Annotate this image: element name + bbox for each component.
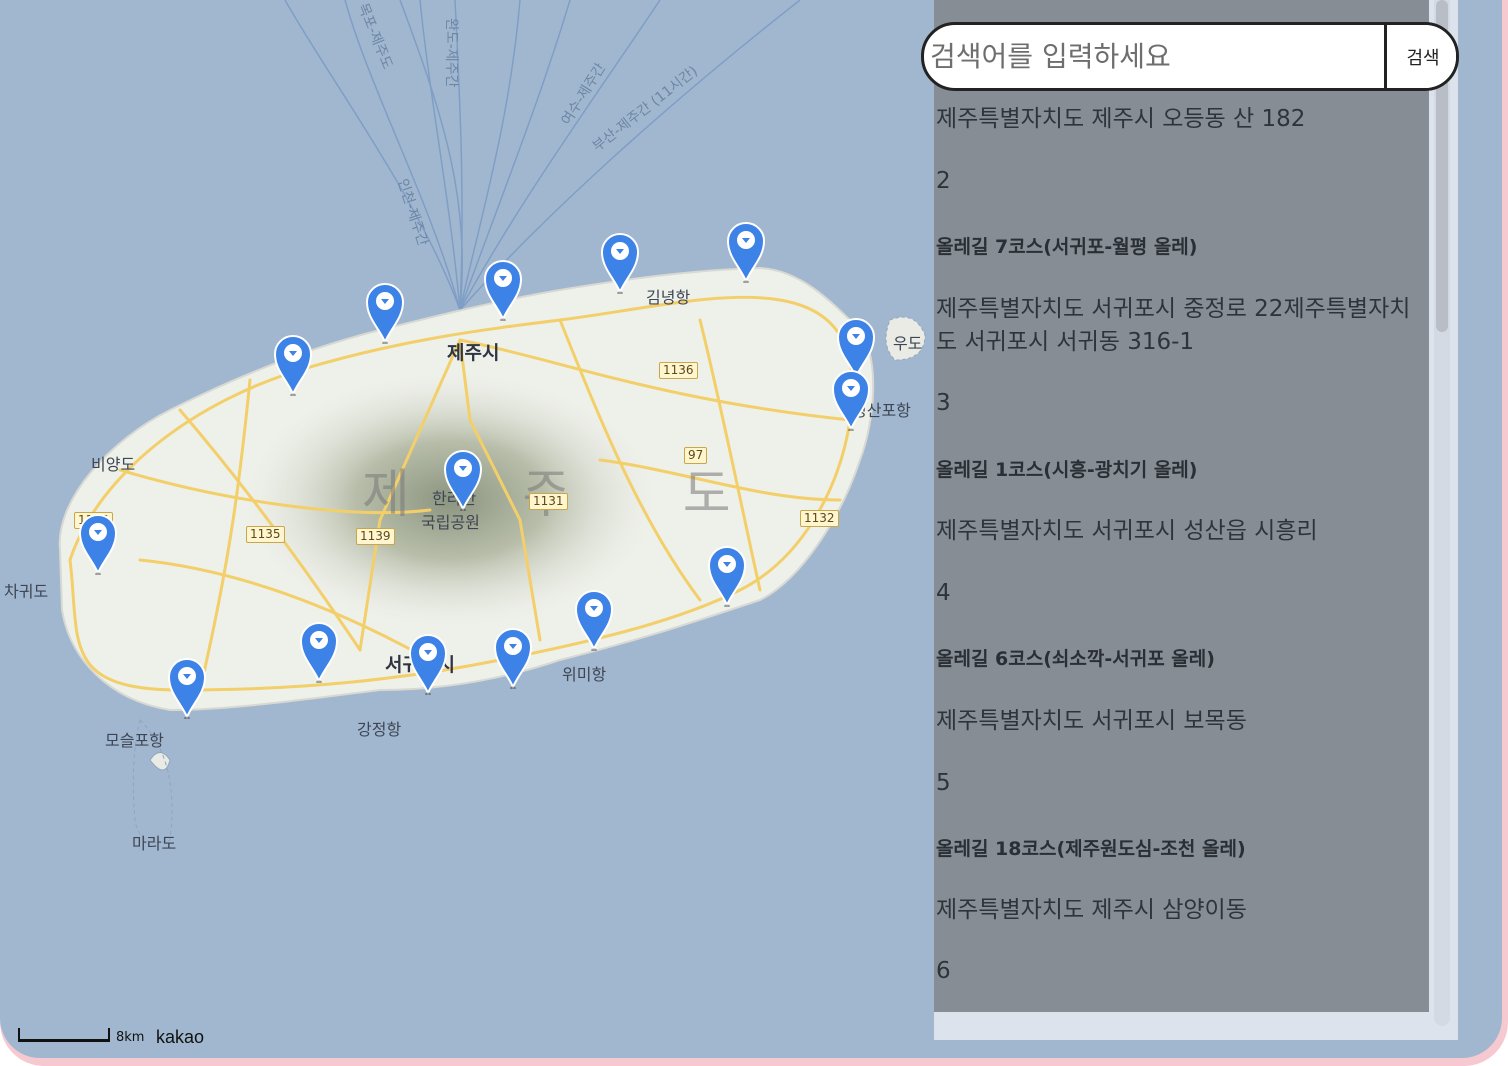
- label-hallasan-park: 국립공원: [421, 513, 480, 532]
- road-number: 1131: [529, 493, 568, 510]
- app-frame: 제주시 서귀포시 제 주 도 한라산 국립공원 김녕항 우도 성산포항 비양도 …: [0, 0, 1508, 1066]
- map-marker[interactable]: [726, 219, 766, 284]
- results-scrollbar[interactable]: [1434, 0, 1450, 1026]
- label-chagwido: 차귀도: [4, 582, 49, 601]
- route-label-wando: 완도-제주간: [443, 18, 459, 88]
- map-marker[interactable]: [707, 543, 747, 608]
- result-number: 4: [936, 580, 951, 606]
- results-list[interactable]: 1 제주특별자치도 제주시 오등동 산 182 2 올레길 7코스(서귀포-월평…: [934, 0, 1429, 1012]
- result-address: 제주특별자치도 서귀포시 성산읍 시흥리: [936, 518, 1318, 544]
- search-input[interactable]: [926, 25, 1386, 88]
- road-number: 1132: [800, 510, 839, 527]
- label-moseulpo-port: 모슬포항: [105, 731, 164, 750]
- kakao-logo: kakao: [156, 1027, 205, 1047]
- result-number: 6: [936, 958, 951, 984]
- map-marker[interactable]: [299, 619, 339, 684]
- label-gangjeong-port: 강정항: [357, 720, 402, 739]
- label-wimi-port: 위미항: [562, 665, 607, 684]
- map-marker[interactable]: [831, 367, 871, 432]
- road-number: 1135: [246, 526, 285, 543]
- map-marker[interactable]: [600, 230, 640, 295]
- result-number: 3: [936, 390, 951, 416]
- result-title[interactable]: 올레길 18코스(제주원도심-조천 올레): [936, 834, 1246, 861]
- result-number: 1: [936, 0, 951, 2]
- result-number: 2: [936, 168, 951, 194]
- map-marker[interactable]: [365, 280, 405, 345]
- result-address: 제주특별자치도 서귀포시 보목동: [936, 708, 1247, 734]
- search-bar: 검색: [921, 22, 1459, 91]
- map-marker[interactable]: [408, 631, 448, 696]
- map-marker[interactable]: [167, 655, 207, 720]
- map-marker[interactable]: [273, 332, 313, 397]
- result-address: 제주특별자치도 제주시 오등동 산 182: [936, 106, 1306, 132]
- search-button[interactable]: 검색: [1384, 25, 1456, 88]
- map-marker[interactable]: [78, 511, 118, 576]
- map-marker[interactable]: [574, 587, 614, 652]
- scale-bar: [18, 1028, 110, 1042]
- map-marker[interactable]: [493, 625, 533, 690]
- label-biyangdo: 비양도: [91, 455, 136, 474]
- road-number: 1136: [659, 362, 698, 379]
- map-marker[interactable]: [483, 257, 523, 322]
- road-number: 1139: [356, 528, 395, 545]
- label-marado: 마라도: [132, 834, 177, 853]
- result-address: 제주특별자치도 제주시 삼양이동: [936, 897, 1247, 923]
- scale-label: 8km: [116, 1030, 145, 1045]
- result-title[interactable]: 올레길 6코스(쇠소깍-서귀포 올레): [936, 644, 1215, 671]
- result-title[interactable]: 올레길 1코스(시흥-광치기 올레): [936, 455, 1197, 482]
- label-gimnyeong-port: 김녕항: [646, 288, 691, 307]
- map-marker[interactable]: [443, 447, 483, 512]
- results-panel: 1 제주특별자치도 제주시 오등동 산 182 2 올레길 7코스(서귀포-월평…: [934, 0, 1458, 1040]
- result-title[interactable]: 올레길 7코스(서귀포-월평 올레): [936, 232, 1197, 259]
- result-address: 제주특별자치도 서귀포시 중정로 22제주특별자치도 서귀포시 서귀동 316-…: [936, 296, 1411, 355]
- road-number: 97: [684, 447, 708, 464]
- result-number: 5: [936, 770, 951, 796]
- label-udo: 우도: [893, 334, 923, 353]
- label-jeju-city: 제주시: [447, 342, 500, 364]
